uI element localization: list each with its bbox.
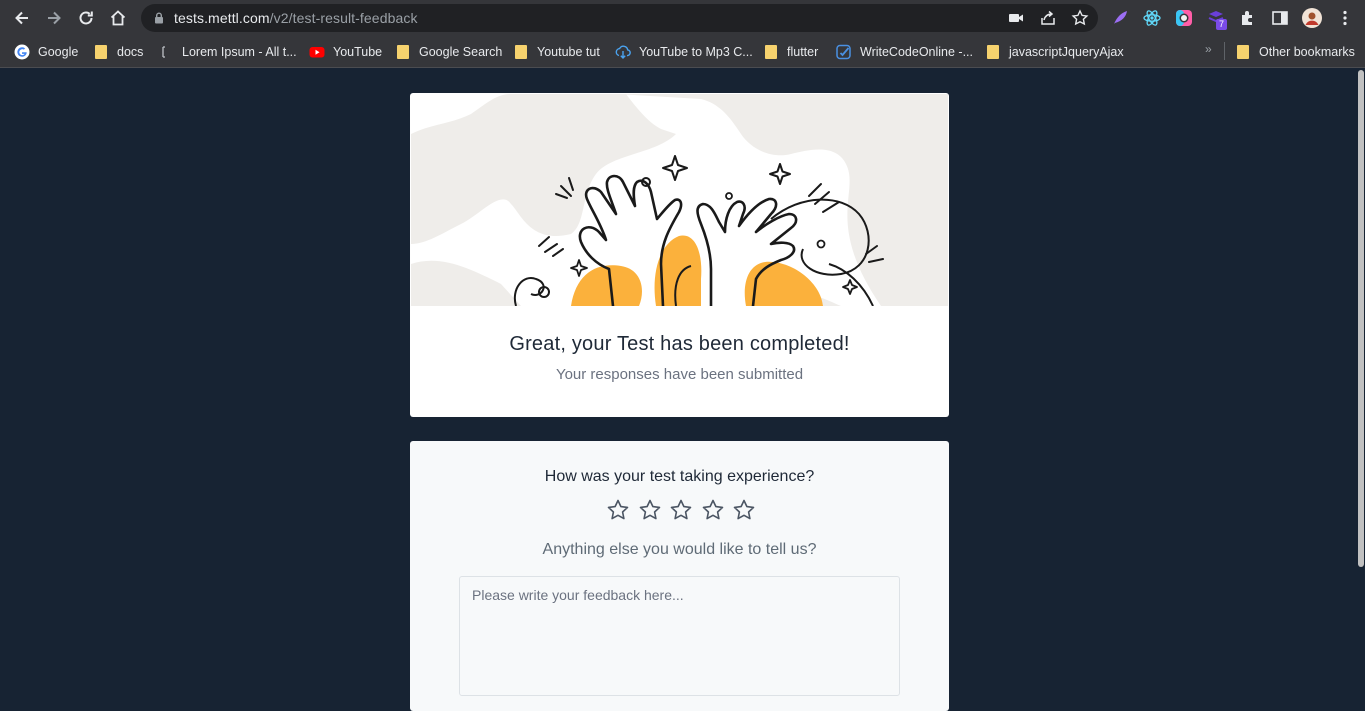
lorem-icon <box>162 46 165 58</box>
extensions-puzzle-icon[interactable] <box>1238 8 1258 28</box>
side-panel-icon[interactable] <box>1270 8 1290 28</box>
scrollbar-thumb[interactable] <box>1358 70 1364 567</box>
completion-subtitle: Your responses have been submitted <box>555 366 804 383</box>
bookmark-label: YouTube to Mp3 C... <box>639 45 753 59</box>
back-arrow-icon[interactable] <box>10 6 34 30</box>
download-icon <box>615 45 631 59</box>
lock-icon[interactable] <box>152 11 166 25</box>
bookmark-youtube-tut[interactable]: Youtube tut <box>515 42 600 62</box>
sparkle-icon <box>842 279 858 295</box>
burst-lines <box>808 183 840 213</box>
extension-badge-count: 7 <box>1216 19 1228 30</box>
bookmark-youtube[interactable]: YouTube <box>309 42 382 62</box>
rating-question: How was your test taking experience? <box>544 468 815 485</box>
orange-accent-shape <box>571 265 642 306</box>
writecode-icon <box>836 44 851 60</box>
url-path: /v2/test-result-feedback <box>269 10 418 26</box>
bookmark-label: WriteCodeOnline -... <box>860 45 974 59</box>
share-icon[interactable] <box>1039 9 1057 27</box>
folder-icon <box>1237 45 1249 59</box>
burst-lines <box>538 236 564 257</box>
home-icon[interactable] <box>106 6 130 30</box>
bookmark-label: Google <box>38 45 79 59</box>
feedback-textarea[interactable] <box>459 576 900 696</box>
bookmark-label: javascriptJqueryAjax <box>1009 45 1124 59</box>
bookmarks-divider <box>1224 42 1225 60</box>
kebab-menu-icon[interactable] <box>1335 8 1355 28</box>
bookmarks-bar: Google docs Lorem Ipsum - All t... YouTu… <box>0 36 1365 68</box>
feedback-card: How was your test taking experience? Any… <box>410 441 949 711</box>
star-bookmark-icon[interactable] <box>1071 9 1089 27</box>
bookmark-writecodeonline[interactable]: WriteCodeOnline -... <box>836 42 973 62</box>
folder-icon <box>95 45 107 59</box>
star-5-icon[interactable] <box>732 498 756 522</box>
bookmark-google[interactable]: Google <box>14 42 78 62</box>
feather-extension-icon[interactable] <box>1110 8 1130 28</box>
folder-icon <box>987 45 999 59</box>
browser-toolbar: tests.mettl.com/v2/test-result-feedback … <box>0 0 1365 36</box>
comment-question: Anything else you would like to tell us? <box>542 541 817 558</box>
google-icon <box>14 44 30 60</box>
bookmark-other-bookmarks[interactable]: Other bookmarks <box>1237 42 1355 62</box>
sparkle-icon <box>662 155 688 181</box>
color-picker-extension-icon[interactable] <box>1174 8 1194 28</box>
sparkle-icon <box>769 163 791 185</box>
bookmark-docs[interactable]: docs <box>95 42 143 62</box>
bookmark-google-search[interactable]: Google Search <box>397 42 502 62</box>
url-text[interactable]: tests.mettl.com/v2/test-result-feedback <box>174 10 418 26</box>
url-host: tests.mettl.com <box>174 10 270 26</box>
background-blob <box>411 260 521 306</box>
reload-icon[interactable] <box>74 6 98 30</box>
bookmark-label: Youtube tut <box>537 45 600 59</box>
completion-title: Great, your Test has been completed! <box>509 333 850 355</box>
star-3-icon[interactable] <box>669 498 693 522</box>
folder-icon <box>765 45 777 59</box>
extension-badge-icon[interactable]: 7 <box>1206 8 1228 30</box>
dot-circle <box>725 192 733 200</box>
sparkle-icon <box>570 259 588 277</box>
folder-icon <box>397 45 409 59</box>
bookmark-lorem-ipsum[interactable]: Lorem Ipsum - All t... <box>158 42 297 62</box>
celebration-illustration <box>411 94 948 306</box>
bookmark-label: Google Search <box>419 45 503 59</box>
high-five-hands-illustration <box>411 94 948 306</box>
dot-circle <box>816 239 826 249</box>
star-2-icon[interactable] <box>638 498 662 522</box>
profile-avatar-icon[interactable] <box>1302 8 1322 28</box>
result-card: Great, your Test has been completed! You… <box>410 93 949 417</box>
react-devtools-icon[interactable] <box>1142 8 1162 28</box>
bookmark-flutter[interactable]: flutter <box>765 42 818 62</box>
star-rating[interactable] <box>606 498 756 524</box>
forward-arrow-icon[interactable] <box>42 6 66 30</box>
more-bookmarks-chevron[interactable]: » <box>1205 42 1212 56</box>
bookmark-label: docs <box>117 45 144 59</box>
address-bar[interactable]: tests.mettl.com/v2/test-result-feedback <box>141 4 1098 32</box>
camera-icon[interactable] <box>1007 9 1025 27</box>
bookmark-label: flutter <box>787 45 819 59</box>
bookmark-label: YouTube <box>333 45 383 59</box>
star-1-icon[interactable] <box>606 498 630 522</box>
background-blob <box>411 94 676 244</box>
bookmark-javascript-jquery-ajax[interactable]: javascriptJqueryAjax <box>987 42 1124 62</box>
bookmark-label: Other bookmarks <box>1259 45 1355 59</box>
folder-icon <box>515 45 527 59</box>
star-4-icon[interactable] <box>701 498 725 522</box>
bookmark-label: Lorem Ipsum - All t... <box>182 45 297 59</box>
youtube-icon <box>309 47 325 58</box>
bookmark-youtube-to-mp3[interactable]: YouTube to Mp3 C... <box>615 42 753 62</box>
